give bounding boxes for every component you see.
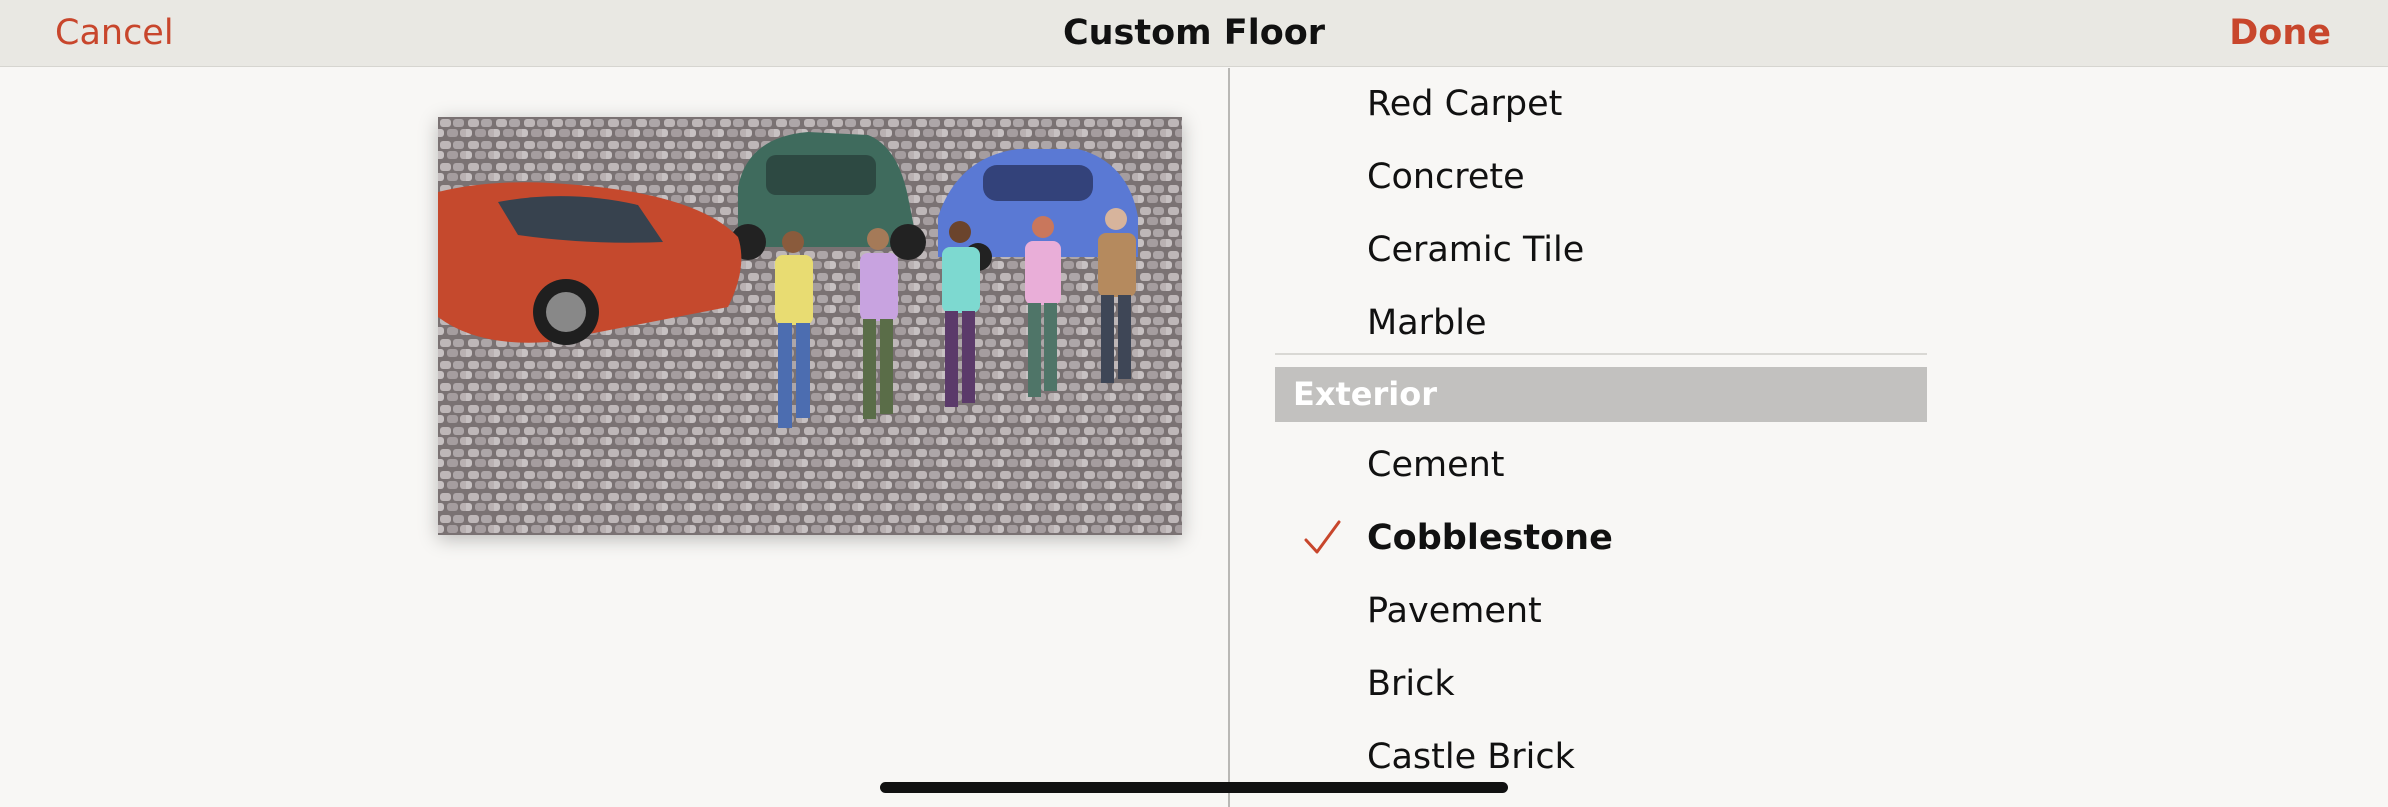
list-item-label: Concrete [1367, 157, 1525, 197]
list-item-concrete[interactable]: Concrete [1230, 141, 1930, 214]
list-item-label: Ceramic Tile [1367, 230, 1585, 270]
list-item-cobblestone[interactable]: Cobblestone [1230, 502, 1930, 575]
navigation-bar: Cancel Custom Floor Done [0, 0, 2388, 67]
list-item-brick[interactable]: Brick [1230, 648, 1930, 721]
checkmark-icon [1304, 520, 1341, 554]
section-divider [1275, 353, 1927, 355]
floor-type-list[interactable]: Red Carpet Concrete Ceramic Tile Marble … [1230, 68, 2388, 807]
page-title: Custom Floor [1062, 13, 1326, 53]
list-item-red-carpet[interactable]: Red Carpet [1230, 68, 1930, 141]
list-item-label: Pavement [1367, 591, 1542, 631]
section-header-label: Exterior [1293, 375, 1438, 413]
list-item-pavement[interactable]: Pavement [1230, 575, 1930, 648]
list-item-label: Brick [1367, 664, 1455, 704]
list-item-label: Cement [1367, 445, 1505, 485]
list-item-label: Marble [1367, 303, 1487, 343]
home-indicator[interactable] [880, 782, 1508, 793]
list-item-cement[interactable]: Cement [1230, 429, 1930, 502]
list-item-marble[interactable]: Marble [1230, 287, 1930, 360]
preview-pane [0, 68, 1228, 807]
preview-scene [438, 117, 1182, 535]
section-header-exterior: Exterior [1275, 367, 1927, 422]
list-item-label: Red Carpet [1367, 84, 1563, 124]
done-button[interactable]: Done [2229, 0, 2331, 67]
list-item-ceramic-tile[interactable]: Ceramic Tile [1230, 214, 1930, 287]
floor-preview-image [438, 117, 1182, 535]
list-item-label: Cobblestone [1367, 518, 1613, 558]
